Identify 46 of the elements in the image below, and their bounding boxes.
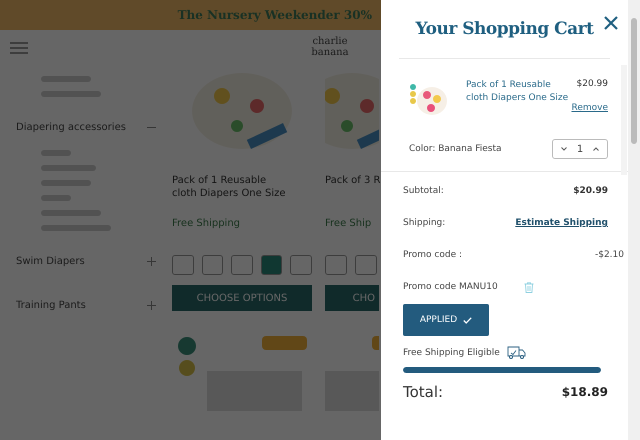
item-price: $20.99 <box>576 79 608 89</box>
cart-item-name[interactable]: Pack of 1 Reusable cloth Diapers One Size <box>466 79 570 129</box>
subtotal-label: Subtotal: <box>403 186 444 196</box>
logo[interactable]: charlie banana <box>305 36 355 58</box>
total-label: Total: <box>403 383 444 401</box>
estimate-shipping-link[interactable]: Estimate Shipping <box>515 218 608 228</box>
close-icon[interactable] <box>604 16 618 30</box>
trash-icon[interactable] <box>524 282 534 293</box>
truck-icon <box>506 346 526 359</box>
total-value: $18.89 <box>562 385 608 399</box>
scrollbar[interactable] <box>628 0 640 440</box>
decrease-icon[interactable] <box>561 147 567 151</box>
expand-icon[interactable] <box>147 257 156 266</box>
choose-options-button[interactable]: CHOOSE OPTIONS <box>172 285 312 311</box>
item-color: Color: Banana Fiesta <box>409 144 502 154</box>
promo-label: Promo code : <box>403 250 462 260</box>
color-swatch[interactable] <box>202 255 224 275</box>
color-swatch[interactable] <box>260 255 282 275</box>
shipping-label: Shipping: <box>403 218 446 228</box>
color-swatch[interactable] <box>355 255 377 275</box>
banner-text: The Nursery Weekender 30% <box>178 8 372 22</box>
category-label[interactable]: Training Pants <box>16 300 86 311</box>
color-swatch[interactable] <box>325 255 347 275</box>
color-swatch[interactable] <box>290 255 312 275</box>
promo-code-label: Promo code MANU10 <box>403 282 498 292</box>
menu-icon[interactable] <box>10 42 28 54</box>
free-shipping-label: Free Shipping Eligible <box>403 348 500 358</box>
checkmark-icon <box>463 316 472 324</box>
promo-discount: -$2.10 <box>594 250 624 260</box>
quantity-stepper[interactable]: 1 <box>552 139 608 159</box>
color-swatch[interactable] <box>172 255 194 275</box>
quantity-value: 1 <box>576 144 584 154</box>
expand-icon[interactable] <box>147 301 156 310</box>
increase-icon[interactable] <box>593 147 599 151</box>
category-label[interactable]: Diapering accessories <box>16 122 126 133</box>
product-title[interactable]: Pack of 3 R <box>325 174 379 200</box>
subtotal-value: $20.99 <box>573 186 608 196</box>
shipping-note: Free Shipping <box>172 218 242 229</box>
shipping-note: Free Ship <box>325 218 372 229</box>
choose-options-button[interactable]: CHO <box>325 285 379 311</box>
product-title[interactable]: Pack of 1 Reusable cloth Diapers One Size <box>172 174 292 200</box>
category-label[interactable]: Swim Diapers <box>16 256 85 267</box>
applied-button[interactable]: APPLIED <box>403 304 489 336</box>
cart-title: Your Shopping Cart <box>416 19 594 39</box>
color-swatch[interactable] <box>231 255 253 275</box>
remove-link[interactable]: Remove <box>571 103 608 113</box>
